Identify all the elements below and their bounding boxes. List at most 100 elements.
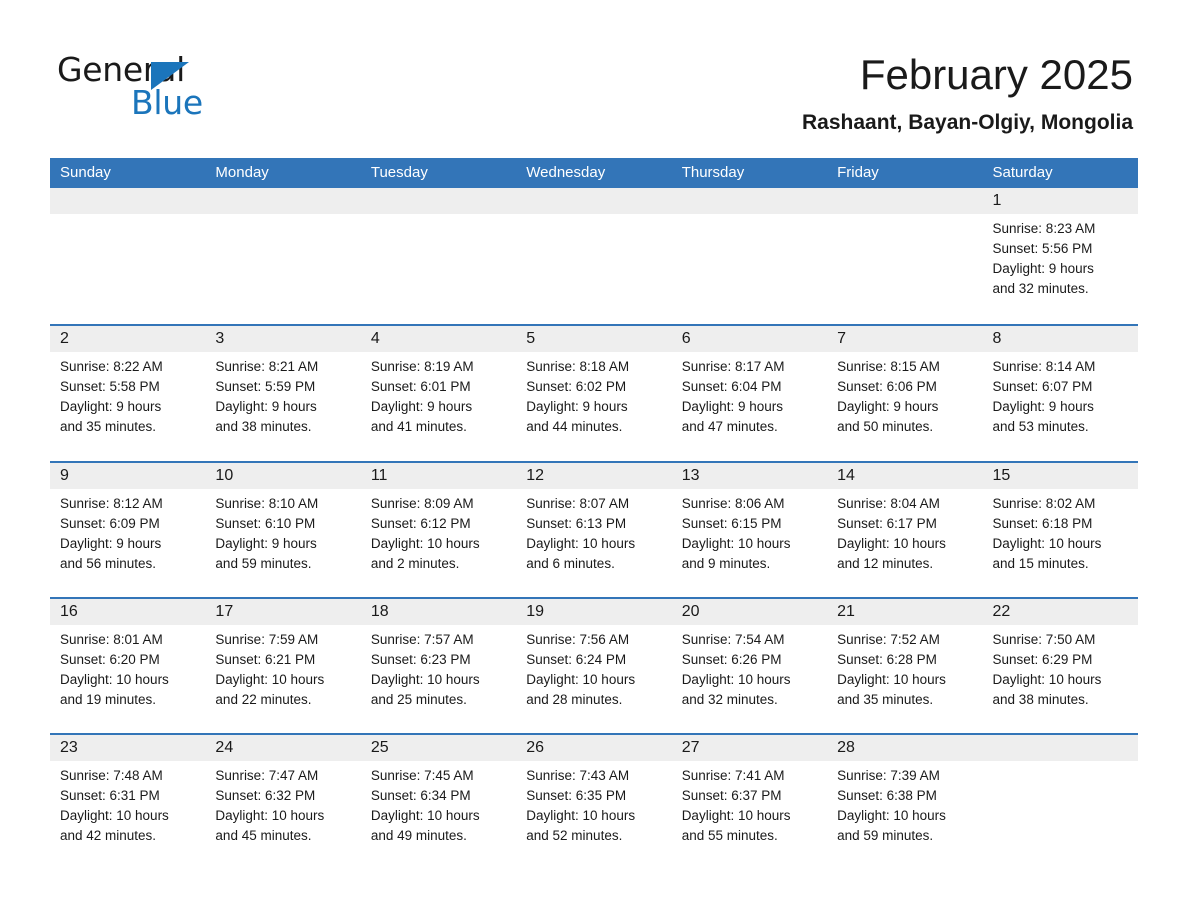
sunrise-text: Sunrise: 8:07 AM — [526, 496, 630, 511]
sunset-text: Sunset: 5:58 PM — [60, 379, 160, 394]
sunrise-text: Sunrise: 8:06 AM — [681, 496, 785, 511]
day-cell[interactable]: 22 Sunrise: 7:50 AM Sunset: 6:29 PM Dayl… — [982, 599, 1138, 733]
day-cell[interactable]: 27 Sunrise: 7:41 AM Sunset: 6:37 PM Dayl… — [671, 735, 828, 855]
weekday-header-thursday: Thursday — [681, 164, 745, 181]
sunrise-text: Sunrise: 8:09 AM — [370, 496, 474, 511]
day-cell[interactable]: 11 Sunrise: 8:09 AM Sunset: 6:12 PM Dayl… — [360, 463, 517, 597]
day-cell[interactable]: 12 Sunrise: 8:07 AM Sunset: 6:13 PM Dayl… — [516, 463, 672, 597]
day-info: Sunrise: 8:12 AM Sunset: 6:09 PM Dayligh… — [50, 489, 205, 574]
daylight-text-line1: Daylight: 10 hours — [215, 672, 325, 687]
day-cell[interactable]: 21 Sunrise: 7:52 AM Sunset: 6:28 PM Dayl… — [827, 599, 983, 733]
day-cell[interactable]: 20 Sunrise: 7:54 AM Sunset: 6:26 PM Dayl… — [671, 599, 828, 733]
sunrise-text: Sunrise: 8:23 AM — [992, 221, 1096, 236]
day-info: Sunrise: 8:19 AM Sunset: 6:01 PM Dayligh… — [361, 352, 516, 437]
daylight-text-line1: Daylight: 10 hours — [370, 536, 480, 551]
daylight-text-line2: and 25 minutes. — [370, 692, 467, 707]
sunset-text: Sunset: 6:13 PM — [526, 516, 627, 531]
day-number: 16 — [50, 599, 206, 625]
sunset-text: Sunset: 6:01 PM — [370, 379, 471, 394]
day-number — [205, 188, 361, 214]
sunset-text: Sunset: 6:21 PM — [215, 652, 316, 667]
sunrise-text: Sunrise: 7:54 AM — [681, 632, 785, 647]
day-info: Sunrise: 8:01 AM Sunset: 6:20 PM Dayligh… — [50, 625, 205, 710]
day-cell[interactable] — [982, 735, 1138, 855]
day-cell[interactable]: 23 Sunrise: 7:48 AM Sunset: 6:31 PM Dayl… — [50, 735, 206, 855]
day-info: Sunrise: 7:56 AM Sunset: 6:24 PM Dayligh… — [516, 625, 671, 710]
sunset-text: Sunset: 6:02 PM — [526, 379, 627, 394]
day-cell[interactable] — [516, 188, 672, 324]
sunrise-text: Sunrise: 7:56 AM — [526, 632, 630, 647]
day-cell[interactable]: 17 Sunrise: 7:59 AM Sunset: 6:21 PM Dayl… — [205, 599, 361, 733]
day-cell[interactable]: 6 Sunrise: 8:17 AM Sunset: 6:04 PM Dayli… — [671, 326, 828, 461]
daylight-text-line2: and 15 minutes. — [992, 556, 1089, 571]
daylight-text-line1: Daylight: 9 hours — [370, 399, 473, 414]
day-number: 7 — [827, 326, 983, 352]
daylight-text-line2: and 52 minutes. — [526, 828, 623, 843]
day-info: Sunrise: 7:48 AM Sunset: 6:31 PM Dayligh… — [50, 761, 205, 846]
daylight-text-line1: Daylight: 9 hours — [526, 399, 628, 414]
daylight-text-line2: and 32 minutes. — [992, 281, 1089, 296]
day-info: Sunrise: 7:57 AM Sunset: 6:23 PM Dayligh… — [361, 625, 516, 710]
daylight-text-line2: and 38 minutes. — [215, 419, 312, 434]
day-cell[interactable]: 9 Sunrise: 8:12 AM Sunset: 6:09 PM Dayli… — [50, 463, 206, 597]
day-cell[interactable] — [360, 188, 517, 324]
day-cell[interactable]: 16 Sunrise: 8:01 AM Sunset: 6:20 PM Dayl… — [50, 599, 206, 733]
daylight-text-line1: Daylight: 9 hours — [992, 399, 1094, 414]
sunrise-text: Sunrise: 8:19 AM — [370, 359, 474, 374]
day-number: 19 — [516, 599, 672, 625]
weekday-header-wednesday: Wednesday — [526, 164, 606, 181]
day-cell[interactable]: 14 Sunrise: 8:04 AM Sunset: 6:17 PM Dayl… — [827, 463, 983, 597]
day-number: 4 — [360, 326, 517, 352]
day-cell[interactable]: 8 Sunrise: 8:14 AM Sunset: 6:07 PM Dayli… — [982, 326, 1138, 461]
day-cell[interactable]: 10 Sunrise: 8:10 AM Sunset: 6:10 PM Dayl… — [205, 463, 361, 597]
sunrise-text: Sunrise: 8:22 AM — [60, 359, 163, 374]
daylight-text-line1: Daylight: 10 hours — [526, 808, 636, 823]
day-cell[interactable]: 1 Sunrise: 8:23 AM Sunset: 5:56 PM Dayli… — [982, 188, 1138, 324]
daylight-text-line1: Daylight: 10 hours — [370, 672, 480, 687]
day-number — [50, 188, 206, 214]
daylight-text-line2: and 53 minutes. — [992, 419, 1089, 434]
daylight-text-line2: and 35 minutes. — [837, 692, 934, 707]
day-cell[interactable]: 13 Sunrise: 8:06 AM Sunset: 6:15 PM Dayl… — [671, 463, 828, 597]
week-row: 1 Sunrise: 8:23 AM Sunset: 5:56 PM Dayli… — [50, 188, 1138, 324]
sunset-text: Sunset: 6:32 PM — [215, 788, 316, 803]
general-blue-logo[interactable]: General Blue — [57, 52, 317, 122]
day-number: 23 — [50, 735, 206, 761]
daylight-text-line2: and 55 minutes. — [681, 828, 778, 843]
daylight-text-line1: Daylight: 9 hours — [681, 399, 783, 414]
sunset-text: Sunset: 6:38 PM — [837, 788, 937, 803]
day-cell[interactable] — [205, 188, 361, 324]
daylight-text-line2: and 2 minutes. — [370, 556, 460, 571]
day-cell[interactable]: 28 Sunrise: 7:39 AM Sunset: 6:38 PM Dayl… — [827, 735, 983, 855]
calendar-grid: Sunday Monday Tuesday Wednesday Thursday… — [50, 158, 1138, 855]
day-cell[interactable] — [671, 188, 828, 324]
day-cell[interactable]: 5 Sunrise: 8:18 AM Sunset: 6:02 PM Dayli… — [516, 326, 672, 461]
day-cell[interactable]: 25 Sunrise: 7:45 AM Sunset: 6:34 PM Dayl… — [360, 735, 517, 855]
day-cell[interactable]: 19 Sunrise: 7:56 AM Sunset: 6:24 PM Dayl… — [516, 599, 672, 733]
day-cell[interactable] — [50, 188, 206, 324]
week-row: 9 Sunrise: 8:12 AM Sunset: 6:09 PM Dayli… — [50, 461, 1138, 597]
day-info: Sunrise: 8:09 AM Sunset: 6:12 PM Dayligh… — [361, 489, 516, 574]
sunrise-text: Sunrise: 7:47 AM — [215, 768, 319, 783]
day-cell[interactable]: 7 Sunrise: 8:15 AM Sunset: 6:06 PM Dayli… — [827, 326, 983, 461]
day-info: Sunrise: 8:02 AM Sunset: 6:18 PM Dayligh… — [983, 489, 1138, 574]
sunrise-text: Sunrise: 7:57 AM — [370, 632, 474, 647]
day-number: 18 — [360, 599, 517, 625]
sunrise-text: Sunrise: 7:52 AM — [837, 632, 940, 647]
day-number: 10 — [205, 463, 361, 489]
daylight-text-line1: Daylight: 10 hours — [837, 672, 946, 687]
day-cell[interactable]: 3 Sunrise: 8:21 AM Sunset: 5:59 PM Dayli… — [205, 326, 361, 461]
sunset-text: Sunset: 6:18 PM — [992, 516, 1093, 531]
day-cell[interactable]: 2 Sunrise: 8:22 AM Sunset: 5:58 PM Dayli… — [50, 326, 206, 461]
day-cell[interactable]: 26 Sunrise: 7:43 AM Sunset: 6:35 PM Dayl… — [516, 735, 672, 855]
day-cell[interactable]: 4 Sunrise: 8:19 AM Sunset: 6:01 PM Dayli… — [360, 326, 517, 461]
daylight-text-line2: and 19 minutes. — [60, 692, 157, 707]
day-cell[interactable]: 15 Sunrise: 8:02 AM Sunset: 6:18 PM Dayl… — [982, 463, 1138, 597]
sunset-text: Sunset: 6:17 PM — [837, 516, 937, 531]
weekday-header-monday: Monday — [215, 164, 269, 181]
sunrise-text: Sunrise: 8:21 AM — [215, 359, 319, 374]
day-cell[interactable]: 18 Sunrise: 7:57 AM Sunset: 6:23 PM Dayl… — [360, 599, 517, 733]
day-cell[interactable]: 24 Sunrise: 7:47 AM Sunset: 6:32 PM Dayl… — [205, 735, 361, 855]
sunset-text: Sunset: 5:56 PM — [992, 241, 1093, 256]
day-cell[interactable] — [827, 188, 983, 324]
